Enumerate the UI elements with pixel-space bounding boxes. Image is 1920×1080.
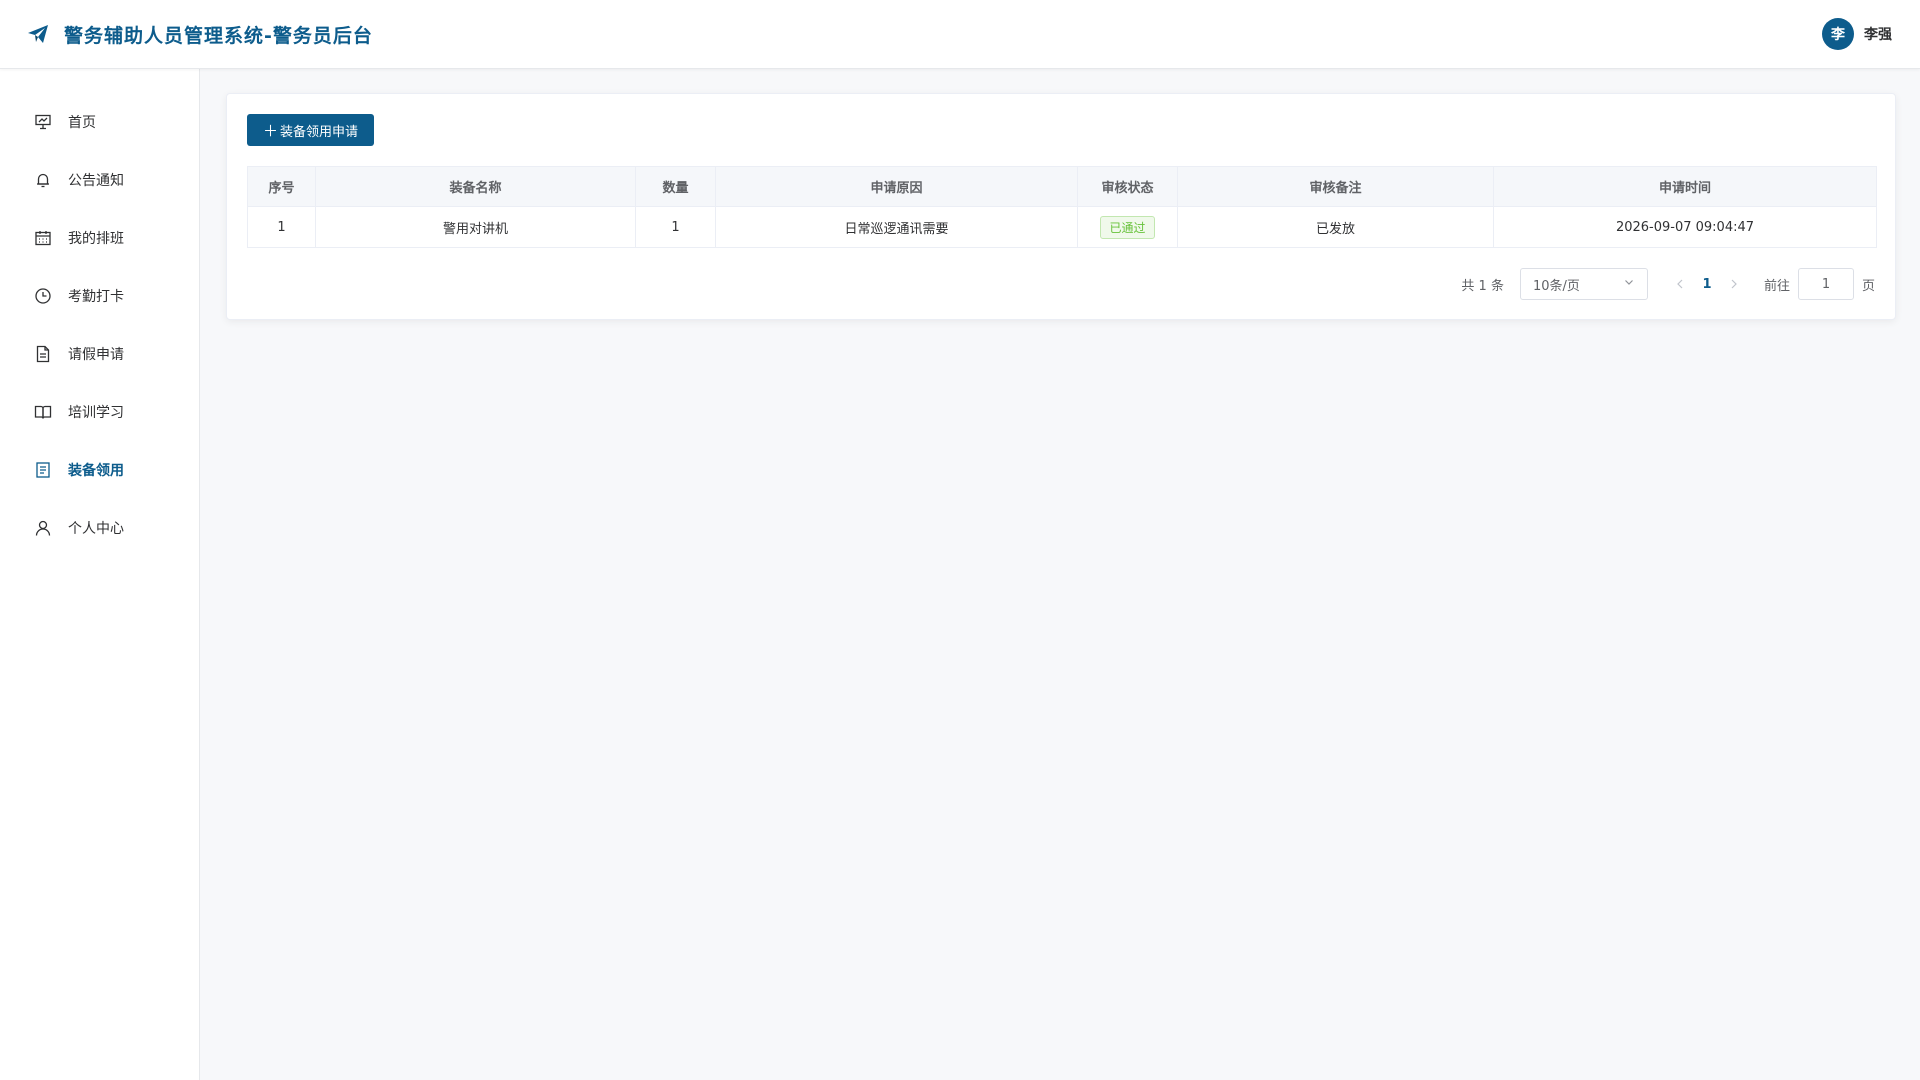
calendar-icon [34,229,52,247]
equipment-table: 序号 装备名称 数量 申请原因 审核状态 审核备注 申请时间 1 警用对讲机 1… [247,166,1877,248]
page-number-current[interactable]: 1 [1690,277,1724,292]
app-title: 警务辅助人员管理系统-警务员后台 [64,24,373,47]
column-header-name: 装备名称 [315,166,636,207]
chevron-down-icon [1623,276,1635,292]
cell-reason: 日常巡逻通讯需要 [715,206,1078,248]
goto-page-input[interactable] [1797,268,1854,300]
paper-plane-icon [26,22,50,46]
cell-qty: 1 [635,206,716,248]
sidebar-item-profile[interactable]: 个人中心 [0,499,199,557]
clock-icon [34,287,52,305]
sidebar-item-equipment[interactable]: 装备领用 [0,441,199,499]
cell-time: 2026-09-07 09:04:47 [1493,206,1877,248]
bell-icon [34,171,52,189]
column-header-status: 审核状态 [1077,166,1178,207]
prev-page-button[interactable] [1670,278,1690,290]
list-icon [34,461,52,479]
brand: 警务辅助人员管理系统-警务员后台 [26,21,373,48]
goto-label: 前往 [1763,278,1790,294]
table-header-row: 序号 装备名称 数量 申请原因 审核状态 审核备注 申请时间 [247,166,1877,207]
column-header-time: 申请时间 [1493,166,1877,207]
cell-name: 警用对讲机 [315,206,636,248]
document-icon [34,345,52,363]
user-menu[interactable]: 李 李强 [1822,18,1892,50]
user-name[interactable]: 李强 [1864,24,1892,44]
column-header-qty: 数量 [635,166,716,207]
goto-suffix: 页 [1861,278,1875,294]
cell-status: 已通过 [1077,206,1178,248]
main-content: ＋ 装备领用申请 序号 装备名称 数量 申请原因 审核状态 审核备注 申请时间 [201,69,1920,1080]
page-size-select[interactable]: 10条/页 [1519,268,1648,300]
column-header-reason: 申请原因 [715,166,1078,207]
add-equipment-request-button[interactable]: ＋ 装备领用申请 [247,114,375,146]
sidebar: 首页 公告通知 我的排班 考勤打卡 请假申请 培训学习 装备领用 个人中心 [0,69,200,1080]
column-header-remark: 审核备注 [1177,166,1494,207]
avatar[interactable]: 李 [1822,18,1854,50]
table-row: 1 警用对讲机 1 日常巡逻通讯需要 已通过 已发放 2026-09-07 09… [247,206,1877,248]
pagination: 共 1 条 10条/页 1 前往 页 [247,268,1875,300]
equipment-card: ＋ 装备领用申请 序号 装备名称 数量 申请原因 审核状态 审核备注 申请时间 [226,93,1896,320]
pagination-total: 共 1 条 [1461,278,1504,294]
book-icon [34,403,52,421]
user-icon [34,519,52,537]
sidebar-item-schedule[interactable]: 我的排班 [0,209,199,267]
presentation-icon [34,113,52,131]
sidebar-item-notices[interactable]: 公告通知 [0,151,199,209]
status-badge: 已通过 [1100,215,1155,239]
column-header-index: 序号 [247,166,316,207]
chevron-right-icon [1731,279,1737,289]
top-header: 警务辅助人员管理系统-警务员后台 李 李强 [0,0,1920,69]
sidebar-item-attendance[interactable]: 考勤打卡 [0,267,199,325]
cell-remark: 已发放 [1177,206,1494,248]
page-size-value: 10条/页 [1532,278,1580,294]
chevron-left-icon [1677,279,1683,289]
sidebar-item-home[interactable]: 首页 [0,93,199,151]
sidebar-item-training[interactable]: 培训学习 [0,383,199,441]
cell-index: 1 [247,206,316,248]
next-page-button[interactable] [1724,278,1744,290]
plus-icon: ＋ [263,121,279,140]
sidebar-item-leave[interactable]: 请假申请 [0,325,199,383]
